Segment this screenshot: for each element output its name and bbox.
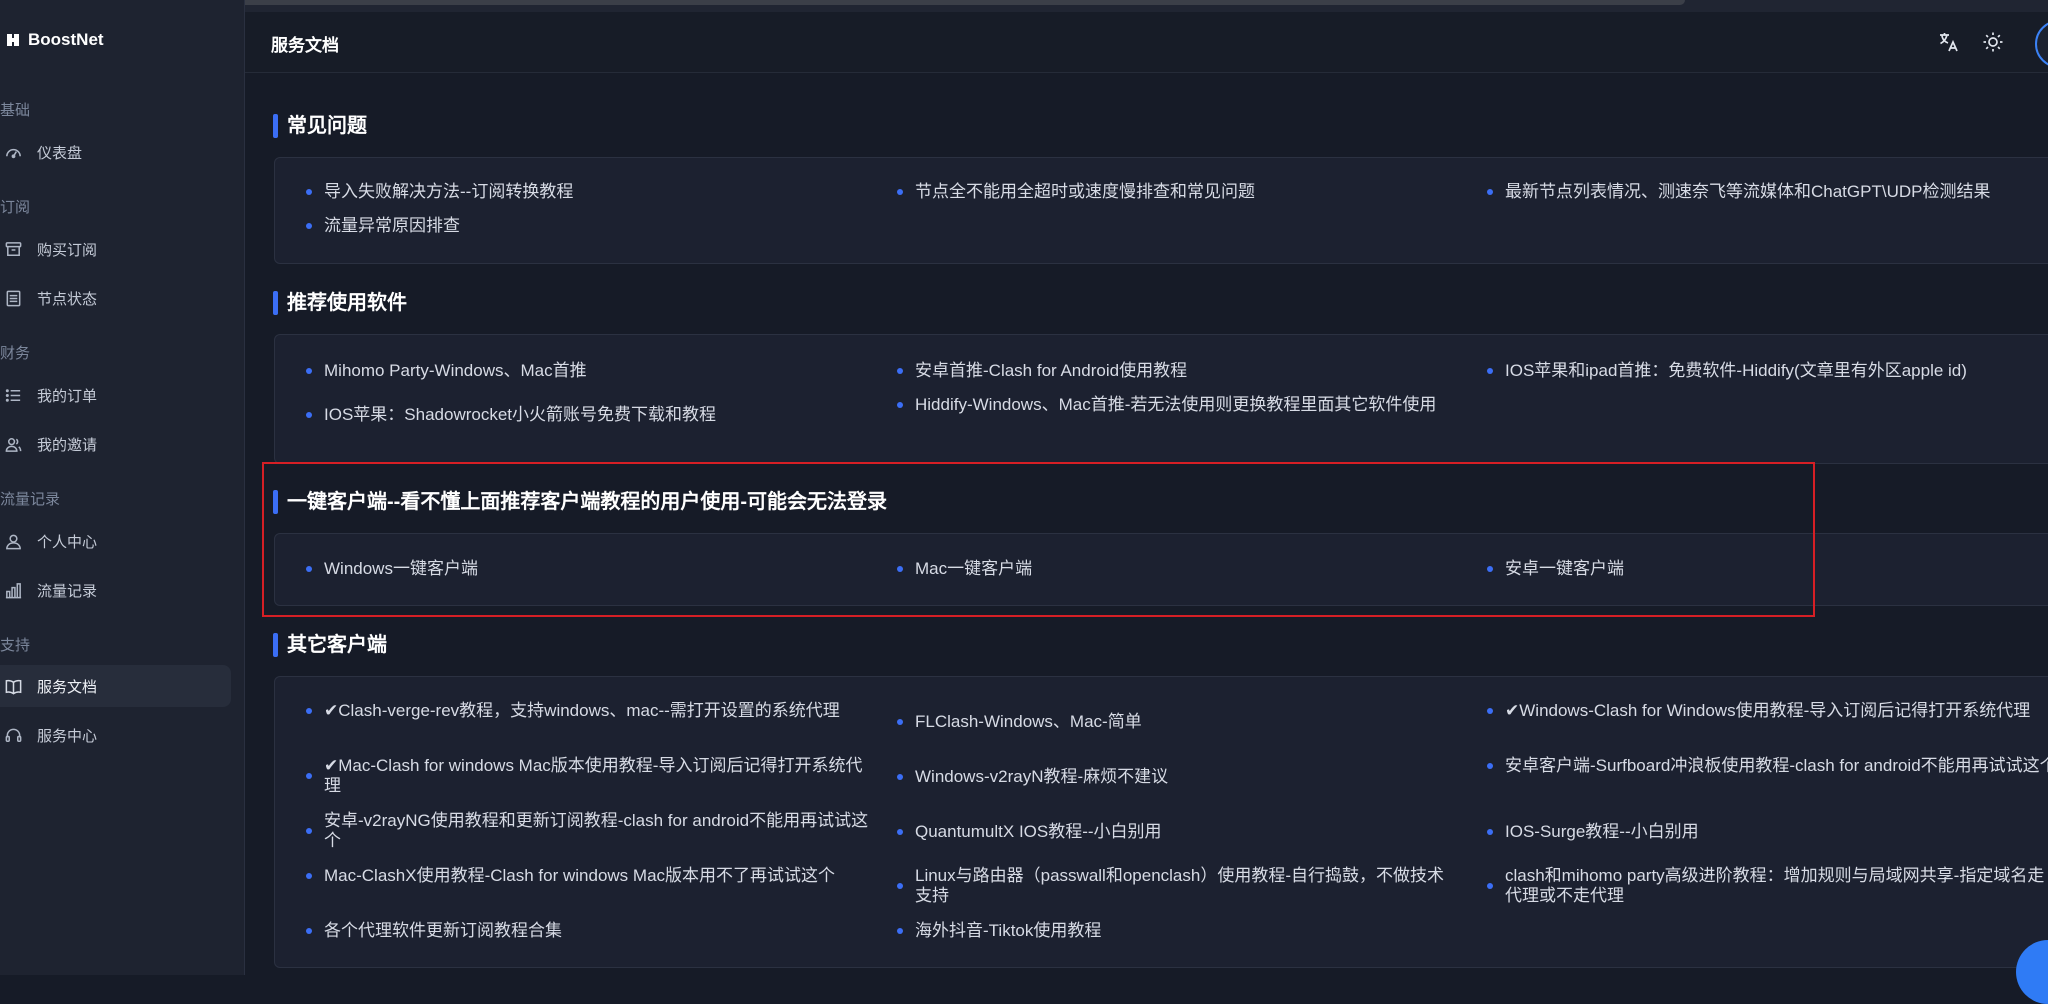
server-list-icon	[3, 288, 23, 308]
sidebar-item-label: 流量记录	[37, 582, 98, 600]
doc-link[interactable]: Mihomo Party-Windows、Mac首推	[306, 361, 587, 381]
doc-link[interactable]: 最新节点列表情况、测速奈飞等流媒体和ChatGPT\UDP检测结果	[1486, 182, 1990, 202]
sidebar-group-support: 支持	[0, 637, 31, 654]
sidebar-item-label: 节点状态	[37, 290, 98, 308]
sidebar-item-label: 个人中心	[37, 533, 98, 551]
sidebar-item-profile[interactable]: 个人中心	[0, 520, 231, 562]
brand[interactable]: BoostNet	[6, 30, 104, 50]
doc-link[interactable]: ✔Windows-Clash for Windows使用教程-导入订阅后记得打开…	[1487, 701, 2048, 721]
sun-icon[interactable]	[1981, 30, 2005, 54]
translate-icon[interactable]	[1937, 30, 1961, 54]
address-bar	[115, 0, 1685, 5]
doc-link[interactable]: 安卓-v2rayNG使用教程和更新订阅教程-clash for android不…	[306, 811, 869, 851]
doc-link[interactable]: 导入失败解决方法--订阅转换教程	[305, 182, 573, 202]
sidebar-item-node-status[interactable]: 节点状态	[0, 277, 231, 319]
top-header: 服务文档	[245, 12, 2048, 73]
doc-link[interactable]: clash和mihomo party高级进阶教程：增加规则与局域网共享-指定域名…	[1487, 866, 2048, 906]
sidebar-item-label: 我的邀请	[37, 436, 98, 454]
doc-link[interactable]: 海外抖音-Tiktok使用教程	[896, 921, 1101, 941]
highlight-box	[262, 462, 1815, 617]
doc-link[interactable]: 安卓客户端-Surfboard冲浪板使用教程-clash for android…	[1487, 756, 2048, 776]
archive-box-icon	[3, 239, 23, 259]
doc-link[interactable]: ✔Mac-Clash for windows Mac版本使用教程-导入订阅后记得…	[306, 756, 869, 796]
users-icon	[3, 434, 23, 454]
sidebar-group-subscription: 订阅	[0, 199, 31, 216]
sidebar-item-my-invites[interactable]: 我的邀请	[0, 423, 231, 465]
page-title: 服务文档	[271, 36, 339, 55]
doc-link[interactable]: IOS苹果：Shadowrocket小火箭账号免费下载和教程	[305, 405, 716, 425]
doc-link[interactable]: Hiddify-Windows、Mac首推-若无法使用则更换教程里面其它软件使用	[897, 395, 1460, 415]
doc-link[interactable]: Linux与路由器（passwall和openclash）使用教程-自行捣鼓，不…	[897, 866, 1460, 906]
sidebar-group-finance: 财务	[0, 345, 31, 362]
doc-link[interactable]: FLClash-Windows、Mac-简单	[897, 712, 1142, 732]
bar-chart-icon	[3, 580, 23, 600]
section-title-other-clients: 其它客户端	[273, 632, 387, 658]
doc-link[interactable]: Mac-ClashX使用教程-Clash for windows Mac版本用不…	[306, 866, 869, 886]
list-icon	[3, 385, 23, 405]
section-title-faq: 常见问题	[273, 113, 367, 139]
sidebar-item-buy-subscription[interactable]: 购买订阅	[0, 228, 231, 270]
doc-link[interactable]: ✔Clash-verge-rev教程，支持windows、mac--需打开设置的…	[306, 701, 869, 721]
sidebar-item-label: 我的订单	[37, 387, 98, 405]
sidebar-item-label: 仪表盘	[37, 144, 83, 162]
dashboard-icon	[3, 142, 23, 162]
doc-link[interactable]: 各个代理软件更新订阅教程合集	[306, 921, 562, 941]
sidebar-item-label: 购买订阅	[37, 241, 98, 259]
sidebar-item-traffic-log[interactable]: 流量记录	[0, 569, 231, 611]
user-icon	[3, 531, 23, 551]
sidebar-group-traffic: 流量记录	[0, 491, 61, 508]
window-top-strip	[0, 0, 2048, 12]
section-card-faq: 导入失败解决方法--订阅转换教程 节点全不能用全超时或速度慢排查和常见问题 最新…	[274, 157, 2048, 264]
doc-link[interactable]: 流量异常原因排查	[306, 216, 460, 236]
book-icon	[3, 676, 23, 696]
doc-link[interactable]: QuantumultX IOS教程--小白别用	[897, 822, 1162, 842]
sidebar: BoostNet 基础 仪表盘 订阅 购买订阅 节点状态 财务 我的订单 我的邀…	[0, 0, 245, 975]
doc-link[interactable]: IOS-Surge教程--小白别用	[1487, 822, 1699, 842]
doc-link[interactable]: 节点全不能用全超时或速度慢排查和常见问题	[897, 182, 1255, 202]
sidebar-group-basic: 基础	[0, 102, 31, 119]
sidebar-item-label: 服务中心	[37, 727, 98, 745]
section-title-recommended-software: 推荐使用软件	[273, 290, 407, 316]
sidebar-item-my-orders[interactable]: 我的订单	[0, 374, 231, 416]
doc-link[interactable]: 安卓首推-Clash for Android使用教程	[896, 361, 1187, 381]
sidebar-item-label: 服务文档	[37, 678, 98, 696]
sidebar-item-dashboard[interactable]: 仪表盘	[0, 131, 231, 173]
sidebar-item-service-docs[interactable]: 服务文档	[0, 665, 231, 707]
section-card-recommended-software: Mihomo Party-Windows、Mac首推 安卓首推-Clash fo…	[274, 334, 2048, 464]
brand-name: BoostNet	[28, 30, 104, 49]
rocket-logo-icon	[7, 34, 19, 46]
headset-icon	[3, 725, 23, 745]
section-card-other-clients: ✔Clash-verge-rev教程，支持windows、mac--需打开设置的…	[274, 676, 2048, 968]
avatar[interactable]	[2035, 20, 2048, 68]
doc-link[interactable]: IOS苹果和ipad首推：免费软件-Hiddify(文章里有外区apple id…	[1487, 361, 1967, 381]
doc-link[interactable]: Windows-v2rayN教程-麻烦不建议	[896, 767, 1168, 787]
sidebar-item-service-center[interactable]: 服务中心	[0, 714, 231, 756]
